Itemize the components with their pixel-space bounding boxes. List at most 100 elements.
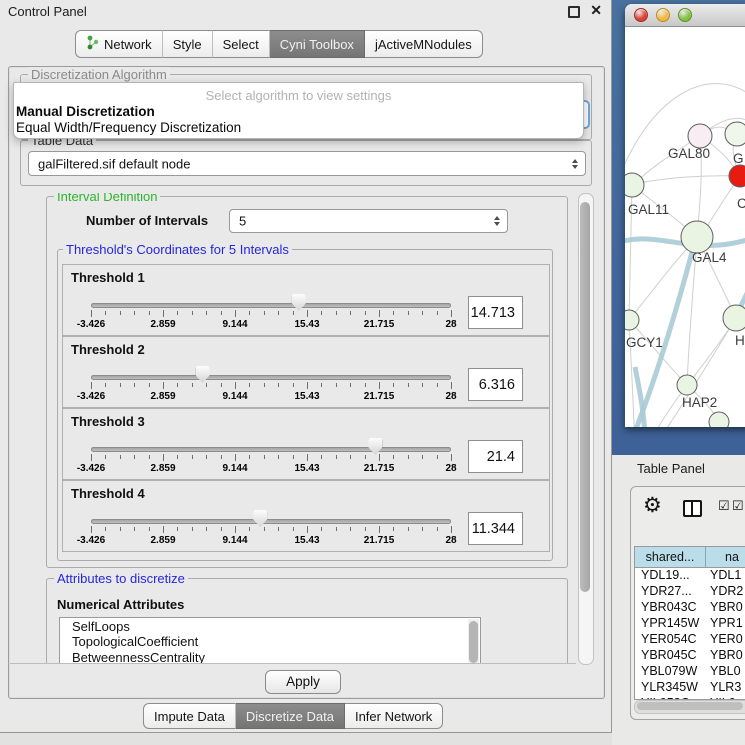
table-row[interactable]: YBL079WYBL0: [635, 664, 745, 680]
table-row[interactable]: YLR345WYLR3: [635, 680, 745, 696]
slider-tick-labels: -3.4262.8599.14415.4321.71528: [91, 391, 451, 403]
threshold-item-2: Threshold 2 -3.4262.8599.14415.4321.71528…: [62, 336, 550, 408]
slider-ticks: [91, 310, 451, 318]
list-scrollbar[interactable]: [468, 619, 479, 664]
scrollbar-thumb[interactable]: [580, 202, 590, 592]
table-row[interactable]: YER054CYER0: [635, 632, 745, 648]
node-label: GCY1: [626, 335, 663, 350]
tab-infer-network[interactable]: Infer Network: [345, 703, 443, 729]
attribute-list-item[interactable]: BetweennessCentrality: [60, 649, 480, 664]
table-row[interactable]: YBR043CYBR0: [635, 600, 745, 616]
zoom-light[interactable]: [678, 8, 692, 22]
dropdown-option-manual-discretization[interactable]: Manual Discretization: [16, 104, 155, 119]
attribute-list-item[interactable]: SelfLoops: [60, 618, 480, 634]
tab-style[interactable]: Style: [163, 30, 213, 58]
dropdown-option-equal-width[interactable]: Equal Width/Frequency Discretization: [16, 120, 241, 135]
network-node-gal80[interactable]: [688, 124, 712, 148]
hscrollbar-thumb[interactable]: [637, 702, 743, 710]
network-view-window: GAL80GCGAL11GAL4HGCY1HAP2: [625, 4, 745, 427]
network-node-gcy1[interactable]: [625, 310, 639, 330]
scroll-viewport: Interval Definition Number of Intervals …: [10, 193, 576, 664]
table-row[interactable]: YPR145WYPR1: [635, 616, 745, 632]
float-icon[interactable]: [568, 6, 580, 18]
threshold-value-field[interactable]: 14.713: [468, 296, 523, 329]
slider-track[interactable]: [91, 447, 451, 452]
stepper-icon: [494, 216, 500, 226]
column-header-name[interactable]: na: [706, 547, 745, 567]
slider-handle[interactable]: [292, 294, 306, 311]
network-node[interactable]: [709, 412, 729, 427]
threshold-label: Threshold 2: [71, 342, 145, 357]
interval-definition-group: Interval Definition Number of Intervals …: [46, 196, 568, 568]
tab-cyni-toolbox[interactable]: Cyni Toolbox: [270, 30, 365, 58]
slider-handle[interactable]: [253, 510, 267, 527]
tab-discretize-data[interactable]: Discretize Data: [236, 703, 345, 729]
algorithm-dropdown-popup: Select algorithm to view settings Manual…: [13, 82, 584, 139]
slider-handle[interactable]: [368, 438, 382, 455]
table-data-combobox[interactable]: galFiltered.sif default node: [28, 151, 586, 176]
slider-handle[interactable]: [196, 366, 210, 383]
threshold-label: Threshold 1: [71, 270, 145, 285]
attribute-list-item[interactable]: TopologicalCoefficient: [60, 634, 480, 650]
table-hscrollbar[interactable]: [634, 700, 745, 714]
slider-track[interactable]: [91, 303, 451, 308]
desktop-background: GAL80GCGAL11GAL4HGCY1HAP2 Table Panel ⚙ …: [612, 0, 745, 745]
network-node-gal4[interactable]: [681, 221, 713, 253]
column-header-shared-name[interactable]: shared...: [635, 547, 706, 567]
tick-label: 9.144: [222, 535, 247, 546]
node-label: GAL4: [692, 250, 727, 265]
split-view-icon[interactable]: [683, 500, 702, 517]
threshold-item-3: Threshold 3-3.4262.8599.14415.4321.71528…: [62, 408, 550, 480]
tab-impute-data[interactable]: Impute Data: [143, 703, 236, 729]
tick-label: 2.859: [150, 463, 175, 474]
gear-icon[interactable]: ⚙: [643, 493, 662, 518]
tick-label: 28: [445, 463, 456, 474]
tick-label: -3.426: [77, 463, 105, 474]
threshold-value-field[interactable]: 21.4: [468, 440, 523, 473]
network-node-hap2[interactable]: [677, 375, 697, 395]
cell-shared-name: YBL079W: [635, 664, 705, 680]
network-node-c[interactable]: [729, 165, 745, 187]
apply-button[interactable]: Apply: [265, 670, 341, 694]
tab-network[interactable]: Network: [75, 30, 163, 58]
network-canvas[interactable]: GAL80GCGAL11GAL4HGCY1HAP2: [625, 27, 745, 427]
node-label: H: [735, 333, 745, 348]
table-row[interactable]: YBR045CYBR0: [635, 648, 745, 664]
slider-tick-labels: -3.4262.8599.14415.4321.71528: [91, 319, 451, 331]
tab-label: Discretize Data: [246, 709, 334, 724]
table-row[interactable]: YDL19...YDL1: [635, 568, 745, 584]
checkbox-icon[interactable]: ☑: [732, 498, 744, 514]
cell-name: YBL0: [705, 664, 745, 680]
screen: Control Panel ✕ NetworkStyleSelectCyni T…: [0, 0, 745, 745]
panel-scrollbar[interactable]: [578, 193, 594, 665]
network-node-h[interactable]: [723, 305, 745, 331]
network-node-g[interactable]: [725, 122, 745, 146]
threshold-value-field[interactable]: 6.316: [468, 368, 523, 401]
tab-label: Select: [223, 37, 259, 52]
tick-label: 28: [445, 391, 456, 402]
tab-label: Infer Network: [355, 709, 432, 724]
threshold-value-field[interactable]: 11.344: [468, 512, 523, 545]
minimize-light[interactable]: [656, 8, 670, 22]
tick-label: 15.43: [294, 319, 319, 330]
tab-select[interactable]: Select: [213, 30, 270, 58]
tab-jactivemnodules[interactable]: jActiveMNodules: [365, 30, 483, 58]
number-of-intervals-label: Number of Intervals: [86, 213, 208, 228]
network-node-gal11[interactable]: [625, 173, 644, 197]
tab-label: Network: [104, 37, 152, 52]
number-of-intervals-combobox[interactable]: 5: [229, 209, 508, 233]
node-label: C: [737, 196, 745, 211]
tick-label: -3.426: [77, 535, 105, 546]
close-light[interactable]: [634, 8, 648, 22]
bottom-tab-bar: Impute Data Discretize Data Infer Network: [143, 703, 443, 729]
cell-shared-name: YDR27...: [635, 584, 705, 600]
slider-track[interactable]: [91, 375, 451, 380]
cell-name: YPR1: [705, 616, 745, 632]
close-icon[interactable]: ✕: [590, 2, 602, 19]
tab-label: Cyni Toolbox: [280, 37, 354, 52]
slider-track[interactable]: [91, 519, 451, 524]
table-row[interactable]: YDR27...YDR2: [635, 584, 745, 600]
checkbox-icon[interactable]: ☑: [718, 498, 730, 514]
cell-shared-name: YDL19...: [635, 568, 705, 584]
slider-ticks: [91, 382, 451, 390]
